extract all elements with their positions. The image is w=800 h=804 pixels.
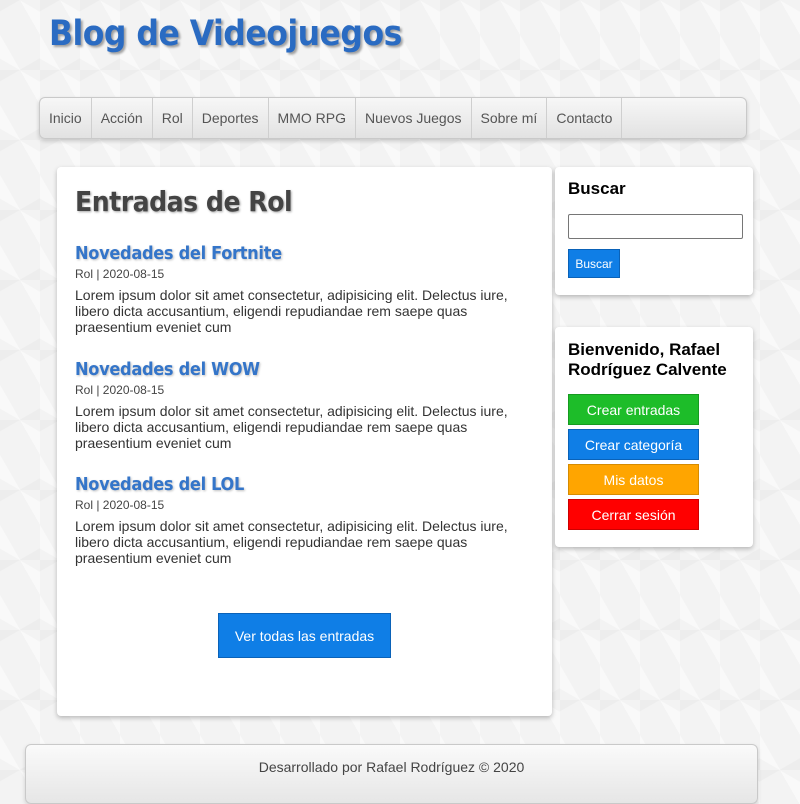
post-title[interactable]: Novedades del LOL [75, 474, 535, 496]
search-input[interactable] [568, 214, 743, 239]
nav-item-inicio[interactable]: Inicio [40, 98, 92, 138]
post-item: Novedades del WOW Rol | 2020-08-15 Lorem… [75, 359, 535, 451]
footer-text: Desarrollado por Rafael Rodríguez © 2020 [258, 759, 525, 775]
nav-item-sobre-mi[interactable]: Sobre mí [472, 98, 548, 138]
nav-item-mmo-rpg[interactable]: MMO RPG [269, 98, 356, 138]
post-item: Novedades del Fortnite Rol | 2020-08-15 … [75, 243, 535, 335]
post-excerpt: Lorem ipsum dolor sit amet consectetur, … [75, 287, 508, 335]
footer: Desarrollado por Rafael Rodríguez © 2020 [25, 744, 758, 804]
post-meta: Rol | 2020-08-15 [75, 383, 165, 397]
user-greeting: Bienvenido, Rafael Rodríguez Calvente [568, 340, 727, 379]
my-data-button[interactable]: Mis datos [568, 464, 699, 495]
nav-item-contacto[interactable]: Contacto [547, 98, 623, 138]
search-title: Buscar [568, 179, 626, 198]
main-nav: Inicio Acción Rol Deportes MMO RPG Nuevo… [39, 97, 747, 139]
search-widget: Buscar Buscar [555, 167, 753, 295]
logout-button[interactable]: Cerrar sesión [568, 499, 699, 530]
post-excerpt: Lorem ipsum dolor sit amet consectetur, … [75, 403, 508, 451]
user-widget: Bienvenido, Rafael Rodríguez Calvente Cr… [555, 327, 753, 547]
post-title[interactable]: Novedades del WOW [75, 359, 535, 381]
search-button[interactable]: Buscar [568, 249, 620, 278]
nav-item-nuevos-juegos[interactable]: Nuevos Juegos [356, 98, 472, 138]
post-meta: Rol | 2020-08-15 [75, 498, 165, 512]
post-meta: Rol | 2020-08-15 [75, 267, 165, 281]
post-title[interactable]: Novedades del Fortnite [75, 243, 535, 265]
nav-item-deportes[interactable]: Deportes [193, 98, 269, 138]
post-excerpt: Lorem ipsum dolor sit amet consectetur, … [75, 518, 508, 566]
main-content: Entradas de Rol Novedades del Fortnite R… [57, 167, 552, 716]
nav-item-accion[interactable]: Acción [92, 98, 153, 138]
post-item: Novedades del LOL Rol | 2020-08-15 Lorem… [75, 474, 535, 566]
create-post-button[interactable]: Crear entradas [568, 394, 699, 425]
nav-item-rol[interactable]: Rol [153, 98, 193, 138]
site-title[interactable]: Blog de Videojuegos [49, 14, 402, 54]
page-title: Entradas de Rol [75, 185, 293, 218]
create-category-button[interactable]: Crear categoría [568, 429, 699, 460]
view-all-posts-button[interactable]: Ver todas las entradas [218, 613, 391, 658]
